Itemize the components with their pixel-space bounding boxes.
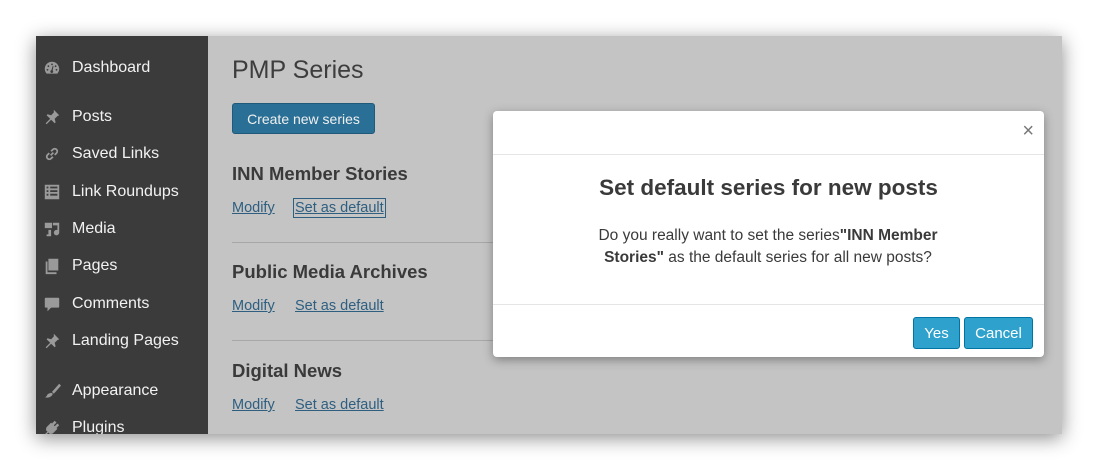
divider [232, 340, 494, 341]
brush-icon [42, 381, 62, 401]
sidebar-item-comments[interactable]: Comments [36, 289, 208, 319]
series-name: Digital News [232, 360, 342, 381]
series-name: INN Member Stories [232, 163, 408, 184]
sidebar-item-label: Saved Links [72, 145, 160, 162]
confirm-dialog: × Set default series for new posts Do yo… [493, 111, 1044, 357]
sidebar-item-label: Comments [72, 295, 150, 312]
sidebar-item-label: Dashboard [72, 59, 151, 76]
modify-link[interactable]: Modify [232, 397, 275, 413]
cancel-button[interactable]: Cancel [964, 317, 1033, 349]
plug-icon [42, 418, 62, 434]
pin-icon [42, 107, 62, 127]
link-icon [42, 144, 62, 164]
admin-sidebar: Dashboard Posts Saved Links Link Roundup… [36, 36, 208, 434]
sidebar-item-saved-links[interactable]: Saved Links [36, 139, 208, 169]
sidebar-item-appearance[interactable]: Appearance [36, 376, 208, 406]
create-series-button[interactable]: Create new series [232, 103, 375, 134]
sidebar-item-label: Link Roundups [72, 183, 179, 200]
series-item: Digital News Modify Set as default [232, 360, 532, 413]
set-default-link[interactable]: Set as default [293, 198, 386, 218]
set-default-link[interactable]: Set as default [295, 298, 384, 314]
dialog-message: Do you really want to set the series"INN… [593, 225, 943, 269]
sidebar-item-pages[interactable]: Pages [36, 251, 208, 281]
sidebar-item-label: Plugins [72, 419, 125, 434]
sidebar-item-label: Posts [72, 108, 113, 125]
series-item: INN Member Stories Modify Set as default [232, 163, 532, 218]
message-text: Do you really want to set the series [598, 227, 840, 244]
sidebar-item-media[interactable]: Media [36, 214, 208, 244]
list-icon [42, 182, 62, 202]
set-default-link[interactable]: Set as default [295, 397, 384, 413]
sidebar-item-dashboard[interactable]: Dashboard [36, 53, 208, 83]
sidebar-item-label: Appearance [72, 382, 159, 399]
page-title: PMP Series [232, 56, 364, 84]
series-name: Public Media Archives [232, 261, 428, 282]
sidebar-item-link-roundups[interactable]: Link Roundups [36, 177, 208, 207]
sidebar-item-label: Pages [72, 257, 118, 274]
sidebar-item-posts[interactable]: Posts [36, 102, 208, 132]
modify-link[interactable]: Modify [232, 298, 275, 314]
sidebar-item-label: Media [72, 220, 116, 237]
comment-icon [42, 294, 62, 314]
sidebar-item-plugins[interactable]: Plugins [36, 413, 208, 434]
dialog-footer-divider [493, 304, 1044, 305]
sidebar-item-landing-pages[interactable]: Landing Pages [36, 326, 208, 356]
divider [232, 242, 494, 243]
sidebar-item-label: Landing Pages [72, 332, 179, 349]
dialog-header: × [493, 111, 1044, 155]
dashboard-icon [42, 58, 62, 78]
yes-button[interactable]: Yes [913, 317, 960, 349]
dialog-title: Set default series for new posts [599, 175, 938, 200]
media-icon [42, 219, 62, 239]
pin-icon [42, 331, 62, 351]
close-icon[interactable]: × [1022, 121, 1034, 141]
message-text: as the default series for all new posts? [663, 249, 932, 266]
series-item: Public Media Archives Modify Set as defa… [232, 261, 532, 314]
modify-link[interactable]: Modify [232, 200, 275, 216]
pages-icon [42, 256, 62, 276]
